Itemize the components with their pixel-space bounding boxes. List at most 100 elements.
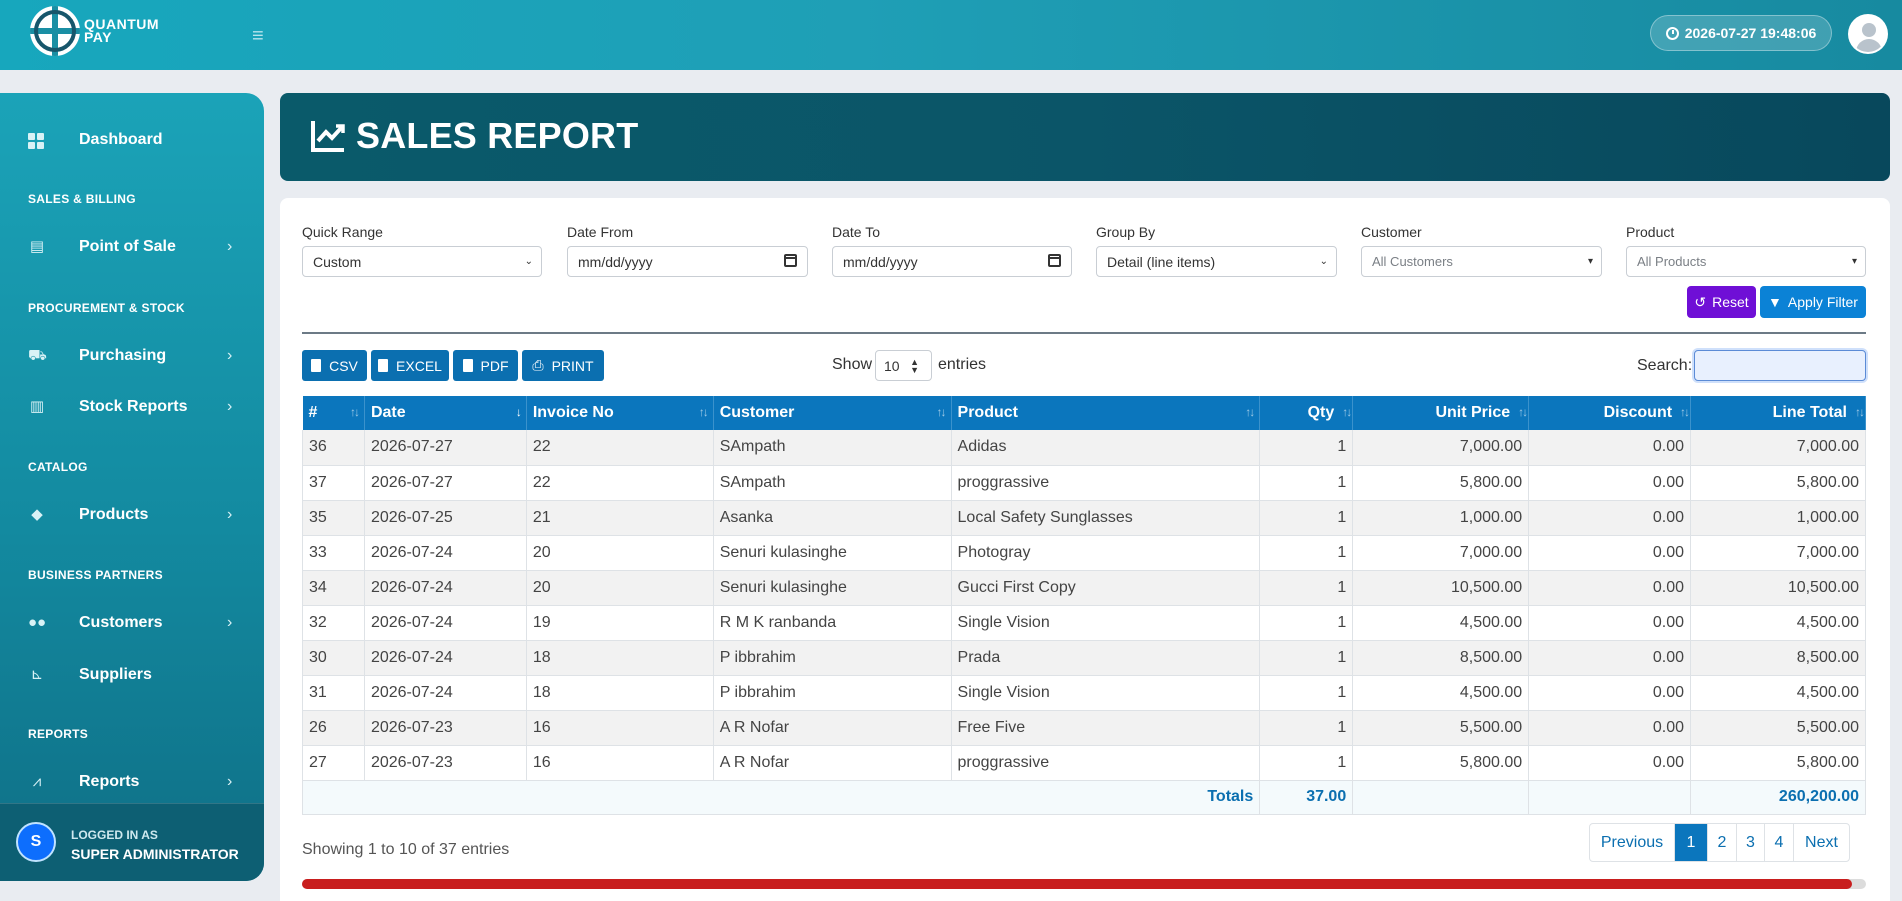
table-cell: 0.00 [1528, 535, 1692, 571]
column-header[interactable]: Invoice No ↑↓ [526, 396, 714, 430]
table-cell: 18 [526, 675, 714, 711]
show-label: Show [832, 356, 873, 373]
table-cell: 7,000.00 [1352, 430, 1530, 466]
date-from-input[interactable]: mm/dd/yyyy [567, 246, 808, 277]
table-cell: 1,000.00 [1690, 500, 1866, 536]
chevron-right-icon: › [227, 238, 233, 255]
reset-button[interactable]: ↺ Reset [1687, 286, 1756, 318]
filter-icon: ▼ [1768, 294, 1782, 310]
table-cell: 5,800.00 [1690, 465, 1866, 501]
table-row: 26 2026-07-23 16 A R Nofar Free Five 1 5,500.0… [302, 710, 1866, 746]
sidebar-item-customers[interactable]: ●● Customers › [0, 603, 264, 643]
table-cell: 1 [1259, 535, 1354, 571]
csv-button[interactable]: CSV [302, 350, 367, 381]
table-cell: 0.00 [1528, 675, 1692, 711]
customer-select[interactable]: All Customers ▾ [1361, 246, 1602, 277]
table-row: 27 2026-07-23 16 A R Nofar proggrassive 1 5,80… [302, 745, 1866, 781]
table-cell: 0.00 [1528, 710, 1692, 746]
column-header[interactable]: Customer ↑↓ [713, 396, 952, 430]
page-next[interactable]: Next [1794, 824, 1849, 861]
excel-button[interactable]: EXCEL [371, 350, 449, 381]
table-cell: 1 [1259, 710, 1354, 746]
page-4[interactable]: 4 [1765, 824, 1794, 861]
column-header[interactable]: Qty ↑↓ [1259, 396, 1354, 430]
table-cell: 5,500.00 [1352, 710, 1530, 746]
column-header[interactable]: Discount ↑↓ [1528, 396, 1692, 430]
table-cell: 2026-07-24 [364, 675, 527, 711]
column-header[interactable]: # ↑↓ [302, 396, 365, 430]
search-label: Search: [1637, 357, 1693, 374]
table-cell: 33 [302, 535, 365, 571]
app-logo[interactable]: QUANTUM PAY [30, 6, 159, 56]
table-cell: 7,000.00 [1352, 535, 1530, 571]
quick-range-select[interactable]: Custom ⌄ [302, 246, 542, 277]
sidebar-item-point-of-sale[interactable]: ▤ Point of Sale › [0, 227, 264, 267]
avatar[interactable]: S [16, 822, 56, 862]
column-header[interactable]: Date ↓ [364, 396, 527, 430]
column-header[interactable]: Line Total ↑↓ [1690, 396, 1866, 430]
table-cell: 5,800.00 [1352, 465, 1530, 501]
table-cell: 8,500.00 [1352, 640, 1530, 676]
table-cell: 2026-07-24 [364, 570, 527, 606]
product-label: Product [1626, 224, 1675, 240]
sidebar-item-stock-reports[interactable]: ▥ Stock Reports › [0, 387, 264, 427]
table-cell: 7,000.00 [1690, 430, 1866, 466]
table-cell: 2026-07-25 [364, 500, 527, 536]
table-cell: 2026-07-24 [364, 640, 527, 676]
table-cell: 1,000.00 [1352, 500, 1530, 536]
table-cell: 1 [1259, 500, 1354, 536]
table-row: 30 2026-07-24 18 P ibbrahim Prada 1 8,500.00 0.… [302, 640, 1866, 676]
page-length-select[interactable]: 10 ▲ ▼ [875, 350, 932, 381]
file-excel-icon [378, 359, 389, 372]
undo-icon: ↺ [1694, 293, 1707, 310]
sidebar-item-purchasing[interactable]: ⛟ Purchasing › [0, 336, 264, 376]
sidebar-item-dashboard[interactable]: Dashboard [0, 120, 264, 160]
column-header[interactable]: Product ↑↓ [951, 396, 1261, 430]
chart-line-icon: ⩘ [32, 773, 42, 790]
print-button[interactable]: ⎙ PRINT [522, 350, 604, 381]
pdf-button[interactable]: PDF [453, 350, 518, 381]
sidebar-item-reports[interactable]: ⩘ Reports › [0, 762, 264, 802]
search-input[interactable] [1694, 350, 1866, 381]
group-by-select[interactable]: Detail (line items) ⌄ [1096, 246, 1337, 277]
datetime-badge: 2026-07-27 19:48:06 [1650, 15, 1832, 51]
customer-label: Customer [1361, 224, 1422, 240]
table-cell: Gucci First Copy [951, 570, 1261, 606]
date-to-input[interactable]: mm/dd/yyyy [832, 246, 1072, 277]
scrollbar-thumb[interactable] [302, 879, 1852, 889]
date-from-label: Date From [567, 224, 634, 240]
horizontal-scrollbar[interactable] [302, 879, 1866, 889]
user-avatar[interactable] [1848, 14, 1888, 54]
apply-filter-button[interactable]: ▼ Apply Filter [1760, 286, 1866, 318]
table-cell: 0.00 [1528, 745, 1692, 781]
column-header[interactable]: Unit Price ↑↓ [1352, 396, 1530, 430]
sidebar-item-label: Purchasing [79, 347, 167, 364]
clock-icon [1665, 26, 1679, 40]
table-cell: 0.00 [1528, 640, 1692, 676]
product-select[interactable]: All Products ▾ [1626, 246, 1866, 277]
page-1[interactable]: 1 [1675, 824, 1708, 861]
table-cell: 1 [1259, 675, 1354, 711]
sidebar-item-products[interactable]: ◆ Products › [0, 495, 264, 535]
page-2[interactable]: 2 [1708, 824, 1737, 861]
page-previous[interactable]: Previous [1590, 824, 1675, 861]
sidebar-item-label: Customers [79, 614, 163, 631]
calendar-icon[interactable] [1048, 254, 1061, 267]
page-3[interactable]: 3 [1737, 824, 1765, 861]
menu-toggle-icon[interactable]: ≡ [252, 25, 264, 48]
table-cell: Single Vision [951, 675, 1261, 711]
calendar-icon[interactable] [784, 254, 797, 267]
table-cell: 4,500.00 [1690, 605, 1866, 641]
table-cell: 0.00 [1528, 465, 1692, 501]
table-row: 37 2026-07-27 22 SAmpath proggrassive 1 5,800.… [302, 465, 1866, 501]
chevron-right-icon: › [227, 614, 233, 631]
table-cell: Adidas [951, 430, 1261, 466]
sidebar-item-suppliers[interactable]: ⊾ Suppliers [0, 655, 264, 695]
table-cell: Photogray [951, 535, 1261, 571]
table-cell: 2026-07-27 [364, 430, 527, 466]
table-cell: 7,000.00 [1690, 535, 1866, 571]
table-cell: 36 [302, 430, 365, 466]
users-icon: ●● [28, 614, 47, 631]
table-cell: 31 [302, 675, 365, 711]
table-cell: 0.00 [1528, 430, 1692, 466]
